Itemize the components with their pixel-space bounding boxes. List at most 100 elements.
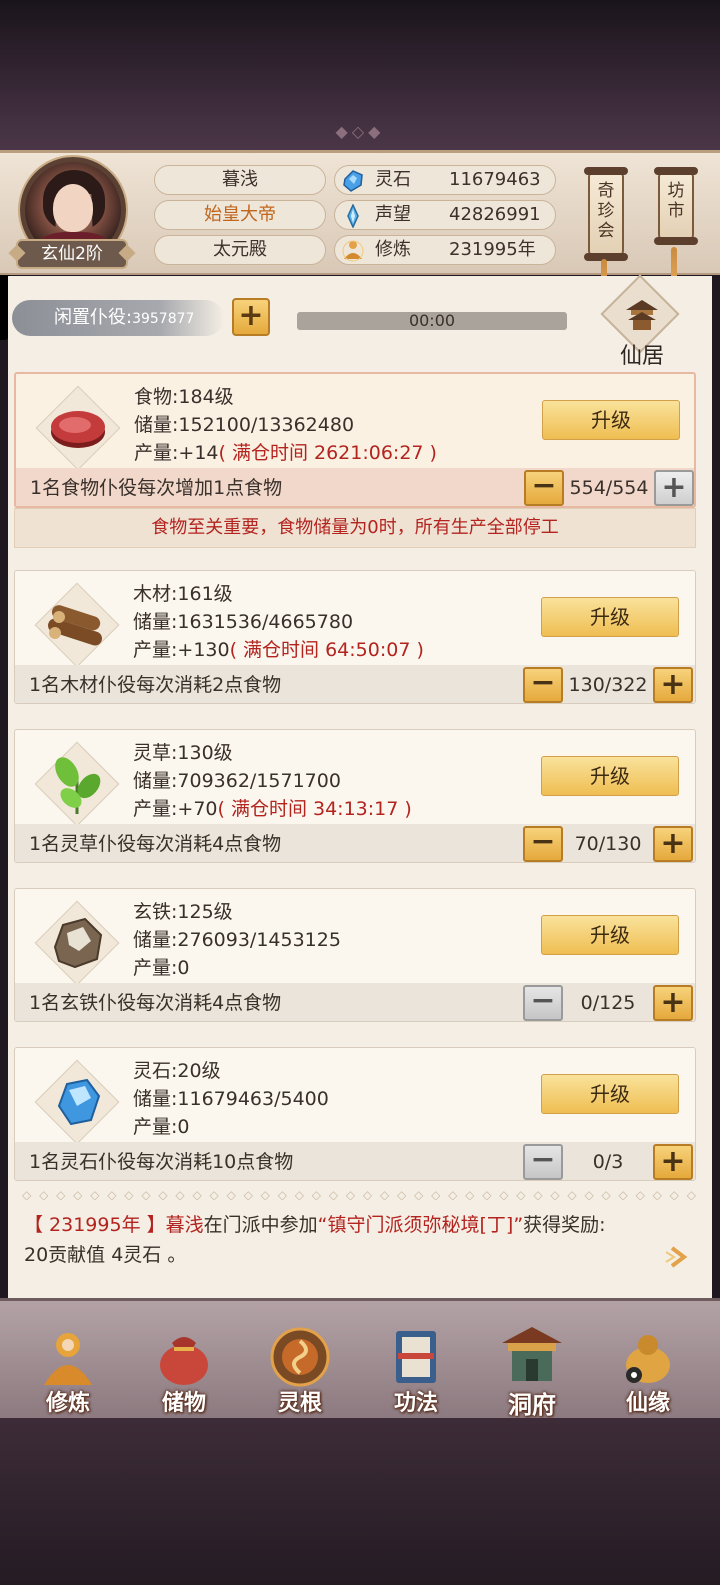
resource-card-wood: 木材:161级 储量:1631536/4665780 产量:+130( 满仓时间… xyxy=(14,570,696,704)
food-increase-button[interactable]: + xyxy=(654,470,694,506)
food-warning: 食物至关重要，食物储量为0时，所有生产全部停工 xyxy=(14,508,696,548)
herb-decrease-button[interactable]: − xyxy=(523,826,563,862)
herb-leaf-icon xyxy=(55,757,101,814)
event-log: 【 231995年 】暮浅在门派中参加“镇守门派须弥秘境[丁]”获得奖励: 20… xyxy=(24,1210,684,1270)
nav-cave-abode[interactable]: 洞府 xyxy=(484,1319,580,1419)
iron-servant-row: 1名玄铁仆役每次消耗4点食物 − 0/125 + xyxy=(15,983,695,1021)
bottom-nav: 修炼 储物 灵根 功法 洞府 仙缘 xyxy=(0,1298,720,1419)
food-output: 产量:+14 xyxy=(134,442,219,464)
log-text: 获得奖励: xyxy=(523,1214,606,1236)
nav-label: 仙缘 xyxy=(625,1391,670,1416)
nav-technique[interactable]: 功法 xyxy=(368,1319,464,1416)
iron-thumb xyxy=(33,899,121,987)
resource-value: 11679463 xyxy=(449,169,541,190)
stone-increase-button[interactable]: + xyxy=(653,1144,693,1180)
food-decrease-button[interactable]: − xyxy=(524,470,564,506)
iron-output: 产量:0 xyxy=(133,957,190,979)
tag-cap xyxy=(584,167,628,175)
food-servant-count: 554/554 xyxy=(569,477,649,499)
immortal-fate-icon xyxy=(626,1335,670,1383)
nav-label: 功法 xyxy=(393,1391,438,1416)
stone-servant-count: 0/3 xyxy=(592,1151,624,1173)
stone-output: 产量:0 xyxy=(133,1116,190,1138)
iron-increase-button[interactable]: + xyxy=(653,985,693,1021)
divider-ornament: ◇ ◇ ◇ ◇ ◇ ◇ ◇ ◇ ◇ ◇ ◇ ◇ ◇ ◇ ◇ ◇ ◇ ◇ ◇ ◇ … xyxy=(22,1188,698,1200)
xianju-label: 仙居 xyxy=(619,344,664,369)
resource-card-herb: 灵草:130级 储量:709362/1571700 产量:+70( 满仓时间 3… xyxy=(14,729,696,863)
food-servant-desc: 1名食物仆役每次增加1点食物 xyxy=(30,477,283,499)
idle-count: 3957877 xyxy=(132,311,195,327)
meat-icon xyxy=(51,411,105,448)
stone-servant-row: 1名灵石仆役每次消耗10点食物 − 0/3 + xyxy=(15,1142,695,1180)
resource-card-food: 食物:184级 储量:152100/13362480 产量:+14( 满仓时间 … xyxy=(14,372,696,508)
nav-label: 储物 xyxy=(161,1391,206,1416)
food-upgrade-button[interactable]: 升级 xyxy=(542,400,680,440)
iron-level: 玄铁:125级 xyxy=(133,901,233,923)
spirit-root-icon xyxy=(270,1327,330,1387)
player-name: 暮浅 xyxy=(154,165,326,195)
xianju-button[interactable]: 仙居 xyxy=(600,274,688,369)
wood-thumb xyxy=(33,581,121,669)
resource-value: 231995年 xyxy=(449,239,536,260)
pavilion-icon xyxy=(626,300,658,330)
cultivation-icon xyxy=(342,240,364,262)
resource-card-stone: 灵石:20级 储量:11679463/5400 产量:0 升级 1名灵石仆役每次… xyxy=(14,1047,696,1181)
log-event: “镇守门派须弥秘境[丁]” xyxy=(317,1214,524,1236)
nav-cultivate[interactable]: 修炼 xyxy=(20,1319,116,1416)
avatar-face xyxy=(53,184,93,232)
food-full-time: ( 满仓时间 2621:06:27 ) xyxy=(218,442,437,464)
log-player: 暮浅 xyxy=(165,1214,204,1236)
log-year: 【 231995年 】 xyxy=(24,1214,166,1236)
herb-servant-count: 70/130 xyxy=(574,833,642,855)
nav-immortal-fate[interactable]: 仙缘 xyxy=(600,1319,696,1416)
herb-servant-desc: 1名灵草仆役每次消耗4点食物 xyxy=(29,833,282,855)
iron-storage: 储量:276093/1453125 xyxy=(133,929,341,951)
iron-decrease-button[interactable]: − xyxy=(523,985,563,1021)
log-expand-icon[interactable] xyxy=(664,1242,694,1272)
rank-badge: 玄仙2阶 xyxy=(16,239,128,269)
herb-storage: 储量:709362/1571700 xyxy=(133,770,341,792)
iron-servant-count: 0/125 xyxy=(580,992,636,1014)
herb-upgrade-button[interactable]: 升级 xyxy=(541,756,679,796)
herb-level: 灵草:130级 xyxy=(133,742,233,764)
top-backdrop: ◆◇◆ xyxy=(0,0,720,150)
wood-decrease-button[interactable]: − xyxy=(523,667,563,703)
add-servant-button[interactable]: + xyxy=(232,298,270,336)
resource-prestige: 声望 42826991 xyxy=(334,200,556,230)
treasure-fair-button[interactable]: 奇珍会 xyxy=(584,167,628,261)
market-label: 坊市 xyxy=(667,181,685,221)
stone-decrease-button[interactable]: − xyxy=(523,1144,563,1180)
food-storage: 储量:152100/13362480 xyxy=(134,414,355,436)
market-button[interactable]: 坊市 xyxy=(654,167,698,245)
nav-storage[interactable]: 储物 xyxy=(136,1319,232,1416)
idle-servants: 闲置仆役:3957877 xyxy=(12,300,224,336)
herb-increase-button[interactable]: + xyxy=(653,826,693,862)
nav-spirit-root[interactable]: 灵根 xyxy=(252,1319,348,1416)
cave-abode-icon xyxy=(502,1327,562,1381)
herb-servant-row: 1名灵草仆役每次消耗4点食物 − 70/130 + xyxy=(15,824,695,862)
top-ornament: ◆◇◆ xyxy=(335,122,385,141)
wood-increase-button[interactable]: + xyxy=(653,667,693,703)
resource-card-iron: 玄铁:125级 储量:276093/1453125 产量:0 升级 1名玄铁仆役… xyxy=(14,888,696,1022)
stone-servant-desc: 1名灵石仆役每次消耗10点食物 xyxy=(29,1151,294,1173)
iron-upgrade-button[interactable]: 升级 xyxy=(541,915,679,955)
wood-upgrade-button[interactable]: 升级 xyxy=(541,597,679,637)
player-palace: 太元殿 xyxy=(154,235,326,265)
stone-storage: 储量:11679463/5400 xyxy=(133,1088,329,1110)
stone-thumb xyxy=(33,1058,121,1146)
herb-thumb xyxy=(33,740,121,828)
food-servant-row: 1名食物仆役每次增加1点食物 − 554/554 + xyxy=(16,468,694,506)
wood-servant-row: 1名木材仆役每次消耗2点食物 − 130/322 + xyxy=(15,665,695,703)
stone-upgrade-button[interactable]: 升级 xyxy=(541,1074,679,1114)
resource-label: 修炼 xyxy=(375,239,411,260)
player-title: 始皇大帝 xyxy=(154,200,326,230)
spirit-stone-icon xyxy=(57,1078,101,1126)
prestige-icon xyxy=(347,204,359,228)
nav-label: 修炼 xyxy=(45,1391,90,1416)
production-timer: 00:00 xyxy=(297,312,567,330)
tag-cap xyxy=(654,167,698,175)
cultivate-icon xyxy=(44,1333,92,1385)
iron-servant-desc: 1名玄铁仆役每次消耗4点食物 xyxy=(29,992,282,1014)
wood-logs-icon xyxy=(48,605,102,646)
wood-servant-desc: 1名木材仆役每次消耗2点食物 xyxy=(29,674,282,696)
